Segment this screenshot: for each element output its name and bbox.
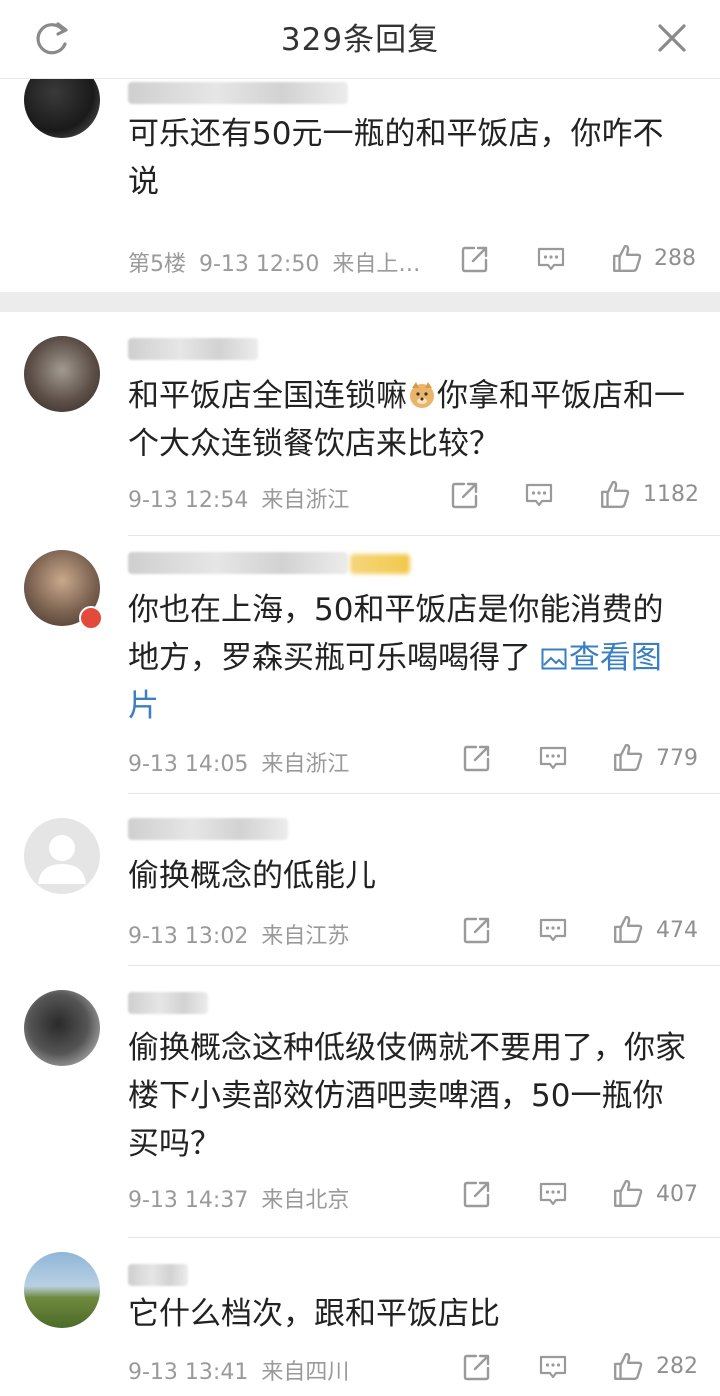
source-label: 来自四川 [261, 1360, 350, 1385]
source-label: 来自上… [332, 252, 421, 277]
timestamp: 9-13 12:50 [199, 252, 320, 277]
vip-badge [350, 554, 410, 574]
avatar[interactable] [24, 990, 100, 1066]
share-icon[interactable] [462, 1352, 492, 1382]
share-icon[interactable] [450, 480, 480, 510]
username[interactable] [128, 818, 288, 840]
like-count: 1182 [643, 482, 699, 507]
share-icon[interactable] [462, 1179, 492, 1209]
username[interactable] [128, 338, 258, 360]
like-icon[interactable] [599, 478, 631, 510]
doge-emoji-icon [410, 382, 434, 408]
like-icon[interactable] [612, 1177, 644, 1209]
username[interactable] [128, 992, 208, 1014]
comment-meta: 9-13 12:54 来自浙江 [128, 482, 349, 514]
like-icon[interactable] [612, 741, 644, 773]
top-bar: 329条回复 [0, 0, 720, 79]
default-avatar[interactable] [24, 818, 100, 894]
divider [128, 1237, 720, 1238]
timestamp: 9-13 14:37 [128, 1188, 249, 1213]
close-icon[interactable] [652, 18, 692, 58]
share-icon[interactable] [462, 743, 492, 773]
comment-meta: 9-13 14:37 来自北京 [128, 1182, 349, 1214]
user-silhouette-icon [38, 835, 86, 884]
comment-icon[interactable] [538, 1179, 568, 1209]
share-icon[interactable] [462, 915, 492, 945]
username[interactable] [128, 82, 348, 104]
comment-meta: 9-13 13:41 来自四川 [128, 1354, 349, 1386]
like-count: 474 [656, 918, 698, 943]
divider [128, 535, 720, 536]
like-icon[interactable] [611, 242, 643, 274]
comment-icon[interactable] [538, 1352, 568, 1382]
divider [128, 793, 720, 794]
comment-text: 偷换概念的低能儿 [128, 858, 376, 894]
avatar[interactable] [24, 1252, 100, 1328]
verified-badge [79, 606, 103, 630]
username[interactable] [128, 552, 348, 574]
like-count: 779 [656, 746, 698, 771]
like-icon[interactable] [612, 913, 644, 945]
section-separator [0, 292, 720, 312]
page-title: 329条回复 [280, 22, 440, 58]
comment-icon[interactable] [538, 915, 568, 945]
comment-text: 你也在上海，50和平饭店是你能消费的地方，罗森买瓶可乐喝喝得了 查看图片 [128, 592, 664, 724]
comment-meta: 第5楼 9-13 12:50 来自上… [128, 246, 420, 278]
like-count: 288 [654, 246, 696, 271]
floor-label: 第5楼 [128, 252, 186, 277]
like-count: 282 [656, 1354, 698, 1379]
timestamp: 9-13 13:02 [128, 924, 249, 949]
source-label: 来自浙江 [261, 752, 350, 777]
like-icon[interactable] [612, 1350, 644, 1382]
avatar[interactable] [24, 336, 100, 412]
comment-text: 它什么档次，跟和平饭店比 [128, 1296, 500, 1332]
comment-text: 偷换概念这种低级伎俩就不要用了，你家楼下小卖部效仿酒吧卖啤酒，50一瓶你买吗？ [128, 1030, 686, 1162]
comment-meta: 9-13 13:02 来自江苏 [128, 918, 349, 950]
source-label: 来自北京 [261, 1188, 350, 1213]
share-icon[interactable] [460, 244, 490, 274]
source-label: 来自浙江 [261, 488, 350, 513]
comment-icon[interactable] [538, 743, 568, 773]
comment-icon[interactable] [524, 480, 554, 510]
like-count: 407 [656, 1182, 698, 1207]
timestamp: 9-13 14:05 [128, 752, 249, 777]
divider [128, 965, 720, 966]
comment-text: 可乐还有50元一瓶的和平饭店，你咋不说 [128, 116, 664, 200]
timestamp: 9-13 13:41 [128, 1360, 249, 1385]
image-icon [541, 648, 567, 670]
comment-text: 和平饭店全国连锁嘛 你拿和平饭店和一个大众连锁餐饮店来比较？ [128, 378, 685, 462]
comment-icon[interactable] [536, 244, 566, 274]
username[interactable] [128, 1264, 188, 1286]
source-label: 来自江苏 [261, 924, 350, 949]
comment-meta: 9-13 14:05 来自浙江 [128, 746, 349, 778]
timestamp: 9-13 12:54 [128, 488, 249, 513]
